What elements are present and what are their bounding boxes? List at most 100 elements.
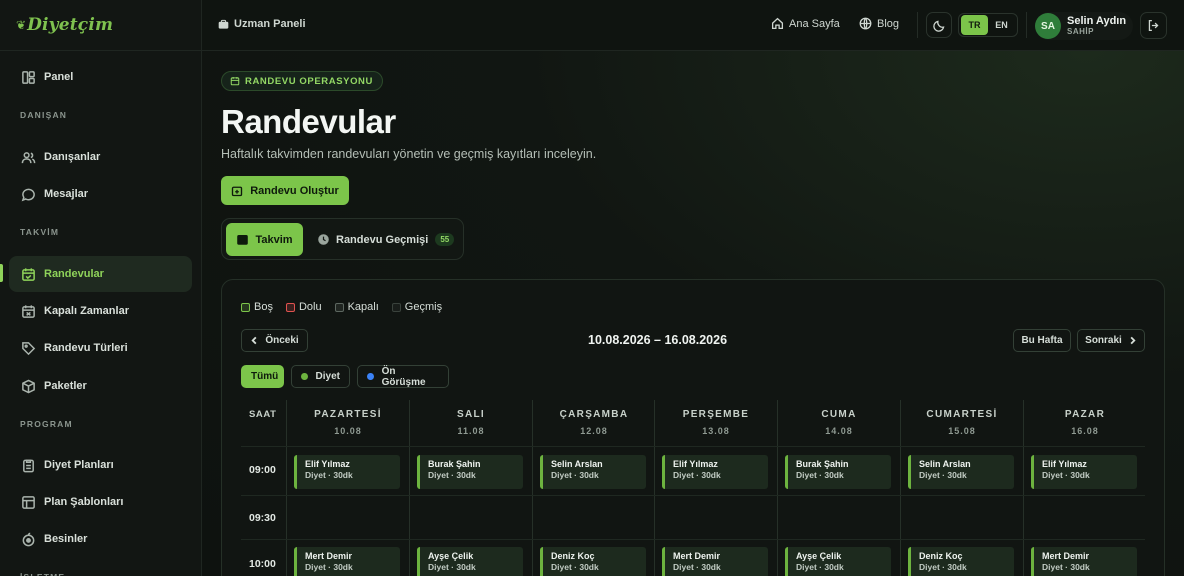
sidebar-item-package[interactable]: Paketler [9,368,192,404]
appointment-card[interactable]: Mert Demir Diyet · 30dk [662,547,768,576]
sidebar-item-label: Paketler [44,380,87,392]
day-date: 10.08 [334,426,362,436]
sidebar-item-message[interactable]: Mesajlar [9,176,192,212]
sidebar-item-calendar-check[interactable]: Randevular [9,256,192,292]
appointment-client: Ayşe Çelik [428,551,474,561]
previous-week-button[interactable]: Önceki [241,329,308,352]
appointment-card[interactable]: Selin Arslan Diyet · 30dk [908,455,1014,489]
lang-en-button[interactable]: EN [988,15,1015,35]
logout-button[interactable] [1140,12,1167,39]
legend-swatch [334,302,344,312]
appointment-card[interactable]: Elif Yılmaz Diyet · 30dk [294,455,400,489]
appointment-card[interactable]: Mert Demir Diyet · 30dk [1031,547,1137,576]
appointment-card[interactable]: Burak Şahin Diyet · 30dk [785,455,891,489]
breadcrumb[interactable]: Uzman Paneli [218,18,306,30]
time-slot-label: 09:30 [249,512,276,524]
appointment-detail: Diyet · 30dk [673,562,721,572]
next-week-button[interactable]: Sonraki [1077,329,1145,352]
sidebar-item-label: Diyet Planları [44,459,114,471]
sidebar-item-users[interactable]: Danışanlar [9,139,192,175]
sidebar-item-tag[interactable]: Randevu Türleri [9,330,192,366]
filter-label: Diyet [315,371,340,382]
day-name: PAZARTESİ [314,409,382,420]
appointment-card[interactable]: Burak Şahin Diyet · 30dk [417,455,523,489]
users-icon [20,149,36,165]
blog-link[interactable]: Blog [859,17,899,30]
theme-toggle-button[interactable] [926,12,952,38]
filter-diet-button[interactable]: Diyet [291,365,350,388]
appointment-client: Burak Şahin [796,459,849,469]
calendar-legend: Boş Dolu Kapalı Geçmiş [241,301,455,313]
appointment-detail: Diyet · 30dk [919,470,967,480]
day-date: 14.08 [825,426,853,436]
sidebar: ❦ Diyetçim DANIŞAN TAKVİM PROGRAM İŞLETME Pa… [0,0,202,576]
appointment-card[interactable]: Ayşe Çelik Diyet · 30dk [785,547,891,576]
home-link-label: Ana Sayfa [789,17,840,30]
sidebar-item-calendar-x[interactable]: Kapalı Zamanlar [9,293,192,329]
next-week-label: Sonraki [1085,335,1122,346]
create-appointment-button[interactable]: Randevu Oluştur [221,176,349,205]
appointment-client: Selin Arslan [551,459,603,469]
this-week-button[interactable]: Bu Hafta [1013,329,1071,352]
this-week-label: Bu Hafta [1021,335,1063,346]
calendar-card: Boş Dolu Kapalı Geçmiş Önceki 10.08.2026 – … [221,279,1165,576]
section-label: DANIŞAN [20,110,68,120]
calendar-plus-icon [232,186,243,196]
calendar-x-icon [20,303,36,319]
home-link[interactable]: Ana Sayfa [771,17,840,30]
appointment-client: Burak Şahin [428,459,481,469]
time-column-header: SAAT [249,409,277,420]
appointment-card[interactable]: Deniz Koç Diyet · 30dk [908,547,1014,576]
moon-icon [932,20,944,32]
sidebar-item-label: Plan Şablonları [44,496,124,508]
sidebar-item-label: Danışanlar [44,151,101,163]
appointment-card[interactable]: Ayşe Çelik Diyet · 30dk [417,547,523,576]
appointment-client: Mert Demir [305,551,353,561]
message-icon [20,186,36,202]
user-menu[interactable]: SA Selin Aydın SAHİP [1035,12,1133,40]
chevron-right-icon [1130,336,1136,345]
appointment-card[interactable]: Elif Yılmaz Diyet · 30dk [662,455,768,489]
appointment-card[interactable]: Deniz Koç Diyet · 30dk [540,547,646,576]
sidebar-item-layout[interactable]: Panel [9,59,192,95]
filter-dot [367,373,374,380]
legend-label: Geçmiş [404,301,443,313]
sidebar-item-label: Mesajlar [44,188,89,200]
sidebar-item-apple[interactable]: Besinler [9,521,192,557]
appointment-card[interactable]: Selin Arslan Diyet · 30dk [540,455,646,489]
create-appointment-label: Randevu Oluştur [250,184,339,197]
sidebar-item-template[interactable]: Plan Şablonları [9,484,192,520]
clipboard-icon [20,457,36,473]
tab-history-label: Randevu Geçmişi [336,233,429,246]
calendar-icon [230,76,240,86]
day-date: 16.08 [1071,426,1099,436]
history-count-badge: 55 [435,233,455,246]
appointment-detail: Diyet · 30dk [428,562,476,572]
divider [1026,12,1027,38]
section-label: TAKVİM [20,227,60,237]
avatar: SA [1035,13,1061,39]
filter-all-button[interactable]: Tümü [241,365,284,388]
day-name: CUMARTESİ [926,409,998,420]
tab-history[interactable]: Randevu Geçmişi 55 [317,223,455,256]
appointment-client: Selin Arslan [919,459,971,469]
brand-logo[interactable]: ❦ Diyetçim [0,0,201,51]
tag-icon [20,340,36,356]
appointment-detail: Diyet · 30dk [551,562,599,572]
view-tabs: Takvim Randevu Geçmişi 55 [221,218,464,260]
section-pill-label: RANDEVU OPERASYONU [245,75,373,87]
appointment-client: Deniz Koç [551,551,595,561]
week-range: 10.08.2026 – 16.08.2026 [588,333,728,347]
appointment-client: Mert Demir [673,551,721,561]
appointment-card[interactable]: Mert Demir Diyet · 30dk [294,547,400,576]
home-icon [771,17,784,30]
filter-pre-consult-button[interactable]: Ön Görüşme [357,365,449,388]
appointment-card[interactable]: Elif Yılmaz Diyet · 30dk [1031,455,1137,489]
day-name: PERŞEMBE [682,409,750,420]
appointment-detail: Diyet · 30dk [1042,562,1090,572]
lang-tr-button[interactable]: TR [961,15,988,35]
sidebar-item-clipboard[interactable]: Diyet Planları [9,447,192,483]
tab-calendar[interactable]: Takvim [226,223,303,256]
legend-swatch [241,302,250,312]
appointment-detail: Diyet · 30dk [919,562,967,572]
